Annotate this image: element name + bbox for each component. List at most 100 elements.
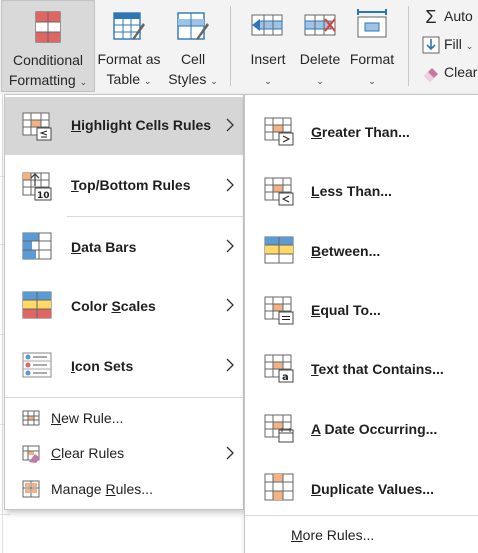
cs-label-line1: Cell xyxy=(180,51,206,67)
menu-item-label: uplicate Values... xyxy=(321,481,434,497)
chevron-down-icon: ⌄ xyxy=(264,76,272,86)
chevron-down-icon: ⌄ xyxy=(368,76,376,86)
ribbon-styles-cells: Conditional Formatting ⌄ Format as Table… xyxy=(0,0,478,94)
chevron-down-icon: ⌄ xyxy=(143,76,152,86)
menu-item-label: ore Rules... xyxy=(302,527,375,543)
mnemonic: N xyxy=(51,410,62,426)
menu-item-label: reater Than... xyxy=(321,124,410,140)
menu-item-label: ew Rule... xyxy=(61,410,124,426)
ribbon-divider xyxy=(408,6,409,86)
excel-window: Conditional Formatting ⌄ Format as Table… xyxy=(0,0,478,553)
delete-button[interactable]: Delete ⌄ xyxy=(296,0,344,92)
menu-item-greater-than[interactable]: Greater Than... xyxy=(245,101,478,159)
menu-item-label: ighlight Cells Rules xyxy=(81,117,212,133)
equal-to-icon xyxy=(264,296,294,325)
menu-item-label: cales xyxy=(120,298,156,314)
greater-than-icon xyxy=(264,117,294,146)
grid-line xyxy=(0,514,10,515)
mnemonic: A xyxy=(311,421,321,437)
chevron-down-icon: ⌄ xyxy=(316,76,324,86)
delete-label: Delete xyxy=(299,51,341,67)
mnemonic: M xyxy=(291,527,303,543)
between-icon xyxy=(264,236,294,264)
cell-styles-button[interactable]: Cell Styles ⌄ xyxy=(164,0,222,92)
insert-label: Insert xyxy=(250,51,286,67)
format-as-table-button[interactable]: Format as Table ⌄ xyxy=(94,0,164,92)
autosum-button[interactable]: Σ Auto xyxy=(422,8,473,26)
chevron-right-icon xyxy=(226,358,234,372)
clear-rules-icon xyxy=(22,445,40,463)
new-rule-icon xyxy=(22,410,40,426)
chevron-right-icon xyxy=(226,239,234,253)
menu-item-less-than[interactable]: Less Than... xyxy=(245,161,478,219)
menu-divider xyxy=(245,515,478,516)
manage-rules-icon xyxy=(22,480,40,498)
cf-label-line1: Conditional xyxy=(12,52,84,68)
menu-item-label: con Sets xyxy=(74,358,134,374)
data-bars-icon xyxy=(22,232,52,260)
cs-label-line2: Styles xyxy=(168,71,207,87)
insert-cells-icon xyxy=(251,14,283,36)
menu-item-label-pre: Manage xyxy=(51,481,106,497)
icon-sets-icon xyxy=(22,352,52,378)
grid-line xyxy=(2,94,3,553)
menu-item-text-that-contains[interactable]: a Text that Contains... xyxy=(245,339,478,397)
conditional-formatting-icon xyxy=(35,11,61,43)
color-scales-icon xyxy=(22,291,52,319)
cf-label-line2: Formatting xyxy=(8,72,76,88)
menu-item-clear-rules[interactable]: Clear Rules xyxy=(5,438,243,468)
fill-down-icon xyxy=(422,36,440,54)
mnemonic: T xyxy=(71,177,79,193)
format-button[interactable]: Format ⌄ xyxy=(344,0,400,92)
menu-item-label: ules... xyxy=(115,481,153,497)
mnemonic: D xyxy=(311,481,322,497)
chevron-right-icon xyxy=(226,178,234,192)
menu-item-highlight-cells-rules[interactable]: Highlight Cells Rules xyxy=(5,97,243,155)
menu-item-label-pre: Color xyxy=(71,298,112,314)
clear-button[interactable]: Clear xyxy=(422,64,478,83)
highlight-cells-icon xyxy=(22,112,52,141)
chevron-right-icon xyxy=(226,118,234,132)
chevron-right-icon xyxy=(226,446,234,460)
clear-label: Clear xyxy=(444,64,478,80)
conditional-formatting-button[interactable]: Conditional Formatting ⌄ xyxy=(1,0,95,92)
highlight-cells-rules-submenu: Greater Than... Less Than... Between... … xyxy=(244,94,478,553)
mnemonic: T xyxy=(311,361,319,377)
top-bottom-icon: 10 xyxy=(22,172,52,201)
cell-styles-icon xyxy=(177,12,209,40)
menu-item-label: qual To... xyxy=(320,302,381,318)
autosum-label: Auto xyxy=(444,8,473,24)
fat-label-line2: Table xyxy=(106,71,141,87)
chevron-down-icon: ⌄ xyxy=(465,41,474,51)
date-occurring-icon xyxy=(264,414,294,443)
menu-item-data-bars[interactable]: Data Bars xyxy=(5,218,243,276)
fill-button[interactable]: Fill ⌄ xyxy=(422,36,473,54)
menu-item-duplicate-values[interactable]: Duplicate Values... xyxy=(245,459,478,517)
insert-button[interactable]: Insert ⌄ xyxy=(240,0,296,92)
mnemonic: G xyxy=(311,124,322,140)
menu-item-label: etween... xyxy=(321,243,381,259)
menu-item-more-rules[interactable]: More Rules... xyxy=(245,519,478,549)
duplicate-values-icon xyxy=(264,473,294,501)
menu-item-manage-rules[interactable]: Manage Rules... xyxy=(5,474,243,504)
format-cells-icon xyxy=(357,9,387,38)
fat-label-line1: Format as xyxy=(97,51,161,67)
menu-item-label: ext that Contains... xyxy=(318,361,444,377)
mnemonic: E xyxy=(311,302,321,318)
mnemonic: S xyxy=(111,298,121,314)
menu-item-new-rule[interactable]: New Rule... xyxy=(5,403,243,433)
format-as-table-icon xyxy=(113,12,145,40)
menu-item-equal-to[interactable]: Equal To... xyxy=(245,281,478,339)
menu-item-label: lear Rules xyxy=(61,445,125,461)
menu-item-a-date-occurring[interactable]: A Date Occurring... xyxy=(245,399,478,457)
menu-item-top-bottom-rules[interactable]: 10 Top/Bottom Rules xyxy=(5,157,243,215)
menu-item-icon-sets[interactable]: Icon Sets xyxy=(5,337,243,395)
menu-item-between[interactable]: Between... xyxy=(245,221,478,279)
menu-item-label: Date Occurring... xyxy=(320,421,438,437)
chevron-down-icon: ⌄ xyxy=(79,77,88,87)
fill-label: Fill xyxy=(444,36,462,52)
svg-text:10: 10 xyxy=(37,191,50,201)
conditional-formatting-menu: Highlight Cells Rules 10 Top/Bottom Rule… xyxy=(4,94,244,510)
menu-item-color-scales[interactable]: Color Scales xyxy=(5,277,243,335)
chevron-down-icon: ⌄ xyxy=(210,76,218,86)
